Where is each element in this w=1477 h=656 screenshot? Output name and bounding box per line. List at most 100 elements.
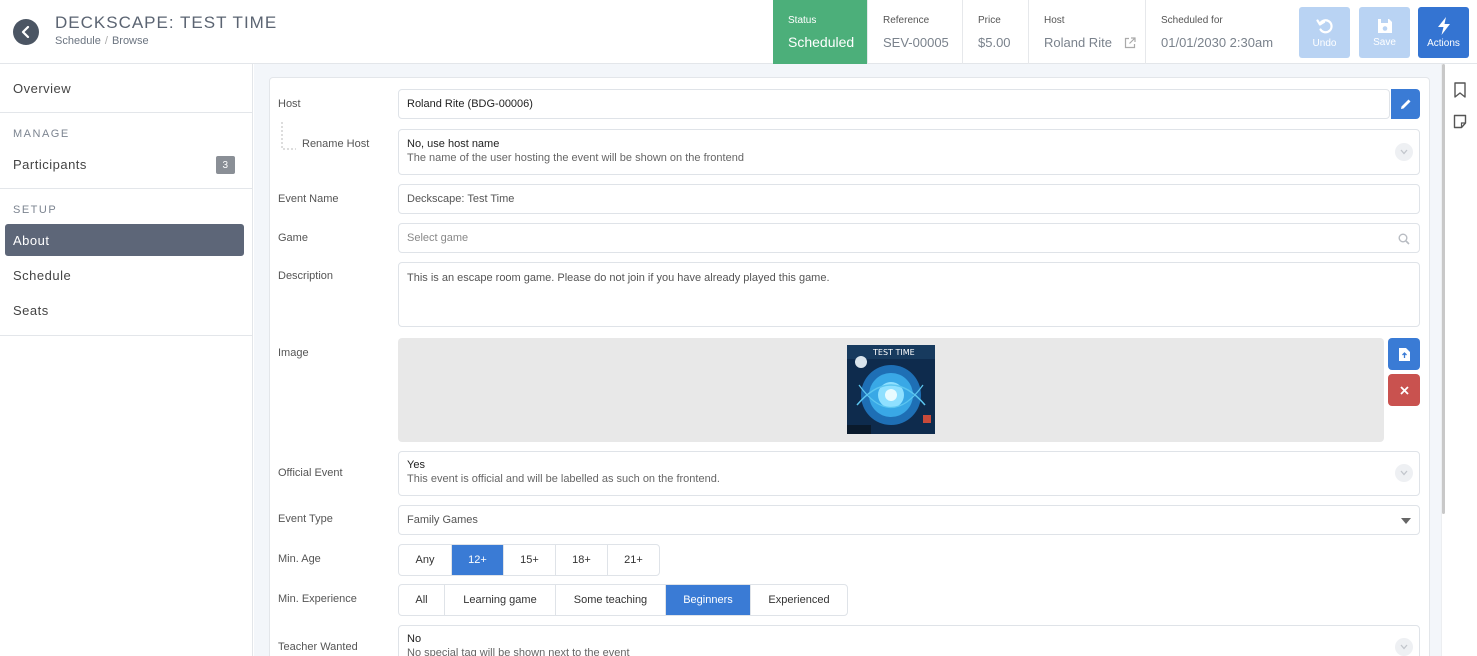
right-rail [1441, 64, 1477, 656]
search-icon [1398, 233, 1410, 245]
teacher-wanted-hint: No special tag will be shown next to the… [407, 647, 630, 656]
price-label: Price [978, 15, 1001, 26]
host-field-label: Host [278, 98, 301, 110]
status-value: Scheduled [788, 34, 855, 50]
sidebar-item-seats[interactable]: Seats [5, 294, 244, 326]
description-value: This is an escape room game. Please do n… [407, 272, 830, 284]
rename-host-select[interactable]: No, use host name The name of the user h… [398, 129, 1420, 175]
game-label: Game [278, 232, 308, 244]
close-icon [1399, 385, 1409, 395]
event-name-input[interactable]: Deckscape: Test Time [398, 184, 1420, 214]
chevron-down-icon [1395, 464, 1413, 482]
image-label: Image [278, 347, 309, 359]
scheduled-block: Scheduled for 01/01/2030 2:30am [1145, 0, 1290, 64]
bookmark-icon[interactable] [1453, 82, 1467, 98]
min-age-option-18[interactable]: 18+ [556, 545, 608, 575]
min-experience-option-all[interactable]: All [399, 585, 445, 615]
min-experience-label: Min. Experience [278, 593, 357, 605]
edit-host-button[interactable] [1391, 89, 1420, 119]
save-button[interactable]: Save [1359, 7, 1410, 58]
min-experience-option-beginners[interactable]: Beginners [666, 585, 751, 615]
breadcrumb-schedule[interactable]: Schedule [55, 35, 101, 47]
rename-host-value: No, use host name [407, 138, 500, 150]
breadcrumb-browse[interactable]: Browse [112, 35, 149, 47]
pencil-icon [1400, 99, 1410, 109]
caret-down-icon [1401, 518, 1411, 524]
reference-label: Reference [883, 15, 930, 26]
host-block: Host Roland Rite [1028, 0, 1145, 64]
official-event-value: Yes [407, 459, 425, 471]
actions-label: Actions [1427, 37, 1460, 49]
official-event-label: Official Event [278, 467, 343, 479]
sidebar-heading-setup: SETUP [13, 204, 58, 216]
sidebar-heading-manage: MANAGE [13, 128, 70, 140]
chevron-down-icon [1395, 143, 1413, 161]
file-upload-icon [1398, 347, 1410, 361]
chevron-left-icon [21, 26, 30, 38]
top-bar: DECKSCAPE: TEST TIME Schedule / Browse Sta… [0, 0, 1477, 64]
official-event-select[interactable]: Yes This event is official and will be l… [398, 451, 1420, 496]
rename-host-label: Rename Host [302, 138, 370, 150]
scrollbar-thumb[interactable] [1442, 64, 1445, 514]
min-age-option-15[interactable]: 15+ [504, 545, 556, 575]
official-event-hint: This event is official and will be label… [407, 473, 720, 485]
min-age-option-any[interactable]: Any [399, 545, 452, 575]
back-button[interactable] [13, 19, 39, 45]
min-age-segmented: Any 12+ 15+ 18+ 21+ [398, 544, 660, 576]
reference-value: SEV-00005 [883, 35, 949, 50]
save-icon [1377, 18, 1392, 33]
min-experience-segmented: All Learning game Some teaching Beginner… [398, 584, 848, 616]
sidebar-divider [0, 335, 252, 336]
remove-image-button[interactable] [1388, 374, 1420, 406]
scheduled-value: 01/01/2030 2:30am [1161, 35, 1274, 50]
status-badge: Status Scheduled [773, 0, 867, 64]
breadcrumb-separator: / [104, 35, 108, 47]
game-box-art [847, 345, 935, 434]
rename-host-hint: The name of the user hosting the event w… [407, 152, 744, 164]
game-search-input[interactable]: Select game [398, 223, 1420, 253]
external-link-icon[interactable] [1124, 37, 1136, 49]
event-image: TEST TIME [847, 345, 935, 434]
min-age-label: Min. Age [278, 553, 321, 565]
sidebar-divider [0, 112, 252, 113]
breadcrumb: Schedule / Browse [55, 35, 149, 47]
game-box-title: TEST TIME [873, 348, 915, 357]
save-label: Save [1373, 36, 1396, 48]
teacher-wanted-label: Teacher Wanted [278, 641, 358, 653]
teacher-wanted-value: No [407, 633, 422, 645]
actions-button[interactable]: Actions [1418, 7, 1469, 58]
sidebar-item-about[interactable]: About [5, 224, 244, 256]
reference-block: Reference SEV-00005 [867, 0, 962, 64]
min-experience-option-learning[interactable]: Learning game [445, 585, 556, 615]
event-type-label: Event Type [278, 513, 333, 525]
lightning-icon [1437, 16, 1450, 35]
participants-count-badge: 3 [216, 156, 235, 174]
chevron-down-icon [1395, 638, 1413, 656]
sidebar-item-participants[interactable]: Participants 3 [5, 148, 244, 180]
page-title: DECKSCAPE: TEST TIME [55, 13, 278, 32]
event-name-label: Event Name [278, 193, 339, 205]
min-age-option-21[interactable]: 21+ [608, 545, 659, 575]
min-experience-option-experienced[interactable]: Experienced [751, 585, 847, 615]
description-textarea[interactable]: This is an escape room game. Please do n… [398, 262, 1420, 327]
min-experience-option-some-teaching[interactable]: Some teaching [556, 585, 666, 615]
sidebar-item-schedule[interactable]: Schedule [5, 259, 244, 291]
sidebar-item-label: About [13, 232, 50, 248]
undo-label: Undo [1312, 37, 1337, 49]
status-label: Status [788, 15, 817, 26]
tree-connector [281, 122, 296, 150]
event-type-value: Family Games [407, 514, 478, 526]
upload-image-button[interactable] [1388, 338, 1420, 370]
min-age-option-12[interactable]: 12+ [452, 545, 504, 575]
teacher-wanted-select[interactable]: No No special tag will be shown next to … [398, 625, 1420, 656]
price-value: $5.00 [978, 35, 1011, 50]
undo-button[interactable]: Undo [1299, 7, 1350, 58]
sidebar-item-label: Participants [13, 156, 87, 172]
sidebar-item-label: Overview [13, 80, 72, 96]
description-label: Description [278, 270, 334, 282]
sidebar-item-overview[interactable]: Overview [5, 72, 244, 104]
host-field[interactable]: Roland Rite (BDG-00006) [398, 89, 1390, 119]
scheduled-label: Scheduled for [1161, 15, 1223, 26]
event-type-select[interactable]: Family Games [398, 505, 1420, 535]
note-icon[interactable] [1453, 114, 1467, 129]
